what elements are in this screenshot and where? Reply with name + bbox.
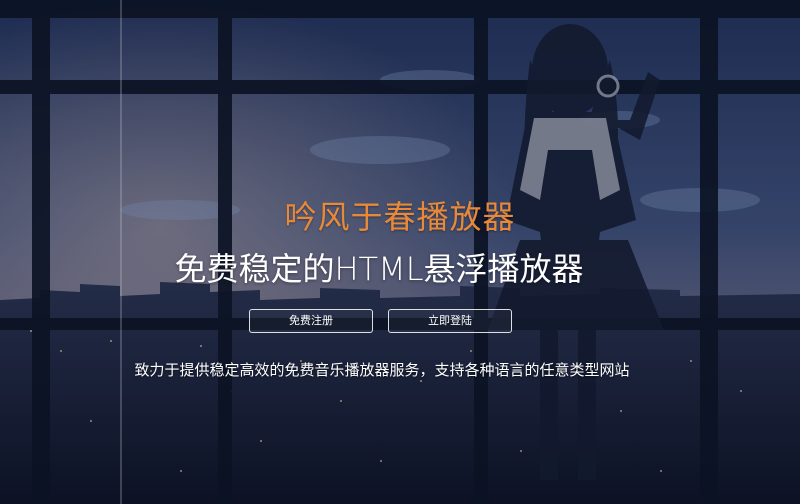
hero-headline: 免费稳定的HTML悬浮播放器 (174, 250, 584, 288)
brand-title: 吟风于春播放器 (284, 198, 516, 236)
register-button[interactable]: 免费注册 (249, 309, 373, 333)
hero-section: 吟风于春播放器 免费稳定的HTML悬浮播放器 免费注册 立即登陆 致力于提供稳定… (0, 0, 800, 504)
hero-tagline: 致力于提供稳定高效的免费音乐播放器服务，支持各种语言的任意类型网站 (134, 361, 630, 379)
login-button[interactable]: 立即登陆 (388, 309, 512, 333)
